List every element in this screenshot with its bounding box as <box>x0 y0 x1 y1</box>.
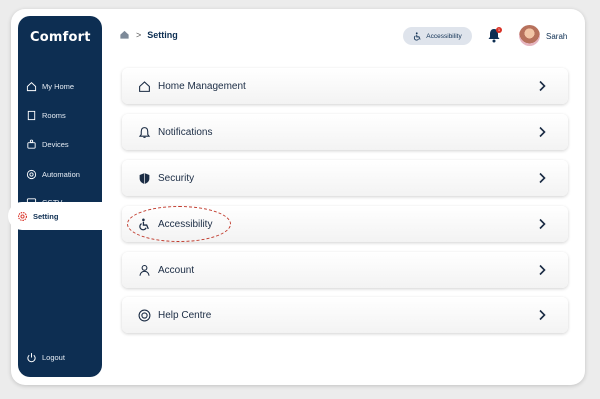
sidebar-item-label: Automation <box>42 169 80 179</box>
sidebar-item-devices[interactable]: Devices <box>26 134 96 154</box>
sidebar-item-my-home[interactable]: My Home <box>26 76 96 96</box>
automation-icon <box>26 169 37 179</box>
home-icon[interactable] <box>119 29 130 40</box>
sidebar-item-label: Rooms <box>42 110 66 120</box>
sidebar: Comfort My Home Rooms Devices Automation… <box>18 16 102 377</box>
settings-row-label: Help Centre <box>158 310 212 321</box>
gear-icon <box>18 211 27 221</box>
settings-row-accessibility[interactable]: Accessibility <box>122 206 568 242</box>
settings-row-label: Account <box>158 265 195 276</box>
bell-icon <box>138 127 151 138</box>
chevron-right-icon <box>539 80 546 92</box>
settings-row-notifications[interactable]: Notifications <box>122 114 568 150</box>
settings-row-help-centre[interactable]: Help Centre <box>122 297 568 333</box>
sidebar-item-rooms[interactable]: Rooms <box>26 105 96 125</box>
accessibility-button-label: Accessibility <box>426 32 462 40</box>
user-icon <box>139 264 150 276</box>
shield-icon <box>139 173 150 184</box>
notification-badge: 1 <box>496 27 502 33</box>
sidebar-item-label: Setting <box>33 211 59 221</box>
settings-row-security[interactable]: Security <box>122 160 568 196</box>
lifebuoy-icon <box>138 309 151 322</box>
chevron-right-icon <box>539 218 546 230</box>
chevron-right-icon <box>539 172 546 184</box>
user-name[interactable]: Sarah <box>546 32 567 41</box>
accessibility-button[interactable]: Accessibility <box>403 27 472 45</box>
logout-label: Logout <box>42 352 65 362</box>
power-icon <box>27 352 36 362</box>
page-title: Setting <box>147 29 178 40</box>
sidebar-item-label: My Home <box>42 81 75 91</box>
sidebar-item-setting[interactable]: Setting <box>8 202 102 230</box>
device-icon <box>27 139 36 149</box>
settings-row-home-management[interactable]: Home Management <box>122 68 568 104</box>
breadcrumb-separator: > <box>136 29 142 40</box>
home-icon <box>26 81 37 91</box>
avatar[interactable] <box>519 25 540 46</box>
brand-logo: Comfort <box>30 30 91 45</box>
chevron-right-icon <box>539 126 546 138</box>
notifications-button[interactable]: 1 <box>487 27 502 43</box>
settings-row-label: Notifications <box>158 127 213 138</box>
door-icon <box>27 110 36 120</box>
settings-row-label: Home Management <box>158 81 246 92</box>
wheelchair-icon <box>414 31 421 41</box>
chevron-right-icon <box>539 264 546 276</box>
logout-button[interactable]: Logout <box>26 347 96 367</box>
wheelchair-icon <box>139 218 149 231</box>
home-icon <box>139 81 150 92</box>
breadcrumb: > Setting <box>119 29 178 40</box>
settings-row-account[interactable]: Account <box>122 252 568 288</box>
sidebar-item-automation[interactable]: Automation <box>26 164 96 184</box>
chevron-right-icon <box>539 309 546 321</box>
sidebar-item-label: Devices <box>42 139 69 149</box>
settings-row-label: Accessibility <box>158 219 213 230</box>
settings-row-label: Security <box>158 173 195 184</box>
